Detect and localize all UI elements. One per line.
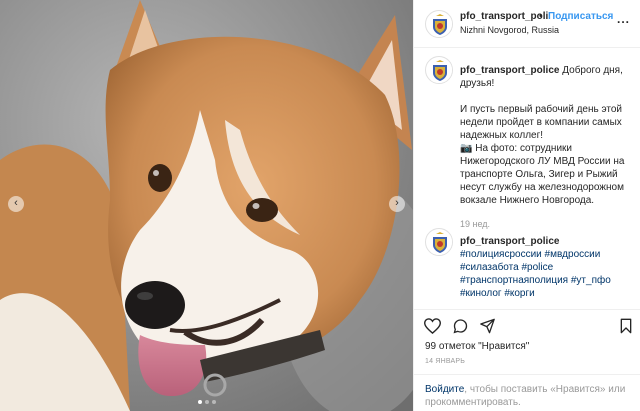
caption-timestamp[interactable]: 19 нед. <box>460 218 630 231</box>
caption-paragraph: 📷 На фото: сотрудники Нижегородского ЛУ … <box>460 143 625 206</box>
police-emblem-icon <box>427 58 452 83</box>
comments-section: pfo_transport_police Доброго дня, друзья… <box>414 48 640 310</box>
comment-avatar[interactable] <box>425 228 453 256</box>
share-icon[interactable] <box>479 318 496 337</box>
carousel-dot <box>204 400 209 404</box>
post-details-panel: pfo_transport_poli • Подписаться Nizhni … <box>413 0 640 411</box>
heart-icon[interactable] <box>423 318 442 337</box>
carousel-dot <box>211 400 216 404</box>
carousel-next-button[interactable]: › <box>389 196 405 212</box>
header-separator: • <box>539 11 543 22</box>
post-caption: pfo_transport_police Доброго дня, друзья… <box>460 64 630 231</box>
post-photo[interactable]: ‹ › <box>0 0 413 411</box>
header-username[interactable]: pfo_transport_poli <box>460 11 548 22</box>
comment: pfo_transport_police #полициясроссии #мв… <box>460 235 630 300</box>
comment-hashtags[interactable]: #полициясроссии #мвдроссии #силазабота #… <box>460 248 630 300</box>
police-emblem-icon <box>427 12 452 37</box>
police-emblem-icon <box>427 230 452 255</box>
login-link[interactable]: Войдите <box>425 384 464 395</box>
carousel-dot <box>197 400 202 404</box>
more-options-icon[interactable]: ... <box>617 12 630 26</box>
bookmark-icon[interactable] <box>619 318 633 337</box>
login-prompt: Войдите, чтобы поставить «Нравится» или … <box>414 374 640 411</box>
caption-avatar[interactable] <box>425 56 453 84</box>
caption-paragraph: И пусть первый рабочий день этой недели … <box>460 104 622 141</box>
post-date: 14 ЯНВАРЬ <box>425 358 466 365</box>
location-link[interactable]: Nizhni Novgorod, Russia <box>460 25 559 35</box>
caption-username[interactable]: pfo_transport_police <box>460 65 559 76</box>
corgi-image <box>0 0 413 411</box>
comment-username[interactable]: pfo_transport_police <box>460 235 630 248</box>
like-count[interactable]: 99 отметок "Нравится" <box>425 341 529 352</box>
carousel-prev-button[interactable]: ‹ <box>8 196 24 212</box>
carousel-dots <box>0 400 413 404</box>
comment-icon[interactable] <box>452 318 469 337</box>
login-prompt-text: Войдите, чтобы поставить «Нравится» или … <box>425 383 630 409</box>
follow-button[interactable]: Подписаться <box>548 11 613 22</box>
profile-avatar[interactable] <box>425 10 453 38</box>
post-header: pfo_transport_poli • Подписаться Nizhni … <box>414 0 640 48</box>
